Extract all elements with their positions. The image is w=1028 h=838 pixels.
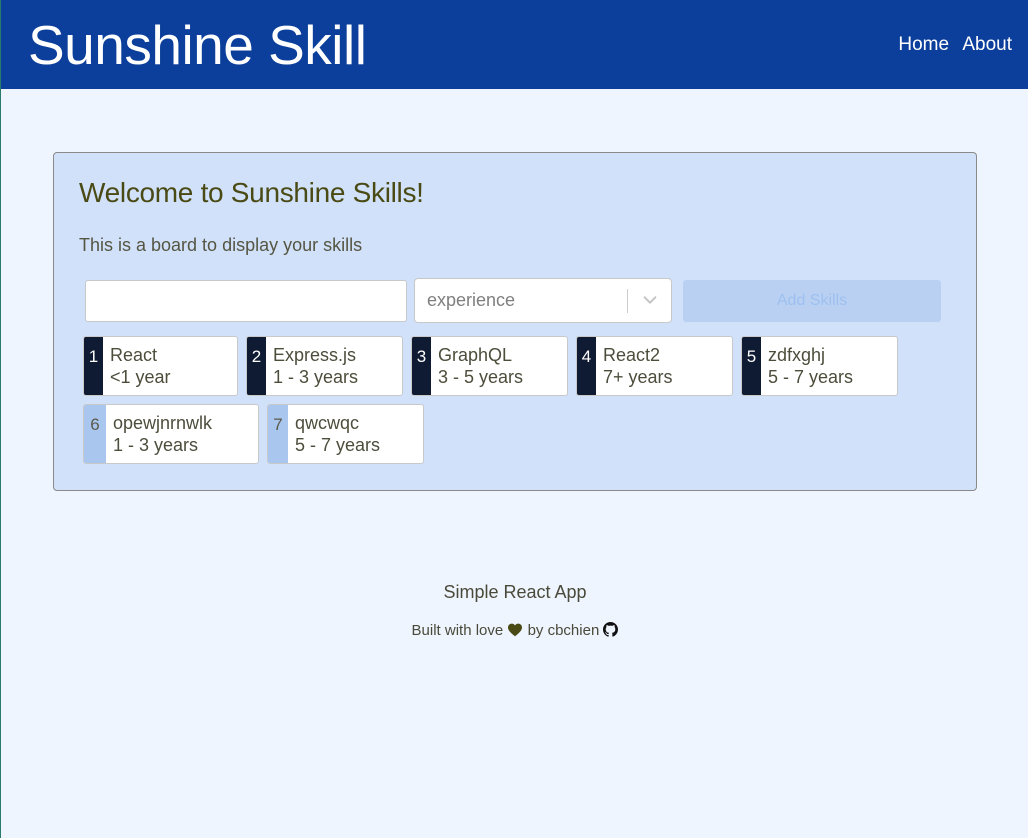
heart-icon — [508, 623, 523, 637]
add-skills-button[interactable]: Add Skills — [683, 280, 941, 322]
skill-rank: 4 — [577, 337, 596, 395]
skill-card[interactable]: 4 React2 7+ years — [576, 336, 733, 396]
skill-rank: 7 — [268, 405, 288, 463]
skill-experience: 5 - 7 years — [295, 435, 381, 455]
skill-card[interactable]: 3 GraphQL 3 - 5 years — [411, 336, 568, 396]
skill-experience: 5 - 7 years — [768, 367, 854, 387]
skill-name: React — [110, 345, 158, 365]
skill-experience: 7+ years — [603, 367, 673, 387]
skill-card[interactable]: 1 React <1 year — [83, 336, 238, 396]
brand-title[interactable]: Sunshine Skill — [28, 10, 367, 80]
skill-rank: 1 — [84, 337, 103, 395]
nav-home-link[interactable]: Home — [898, 34, 949, 55]
page-title: Welcome to Sunshine Skills! — [79, 177, 424, 208]
skill-card[interactable]: 6 opewjnrnwlk 1 - 3 years — [83, 404, 259, 464]
skill-name: zdfxghj — [768, 345, 826, 365]
skill-rank: 6 — [84, 405, 106, 463]
nav-about-link[interactable]: About — [962, 34, 1012, 55]
skill-name: React2 — [603, 345, 661, 365]
footer-title: Simple React App — [443, 582, 587, 602]
skill-rank: 3 — [412, 337, 431, 395]
skill-name-input[interactable] — [85, 280, 407, 322]
footer-credits: Built with love by cbchien — [1, 622, 1028, 639]
author-link[interactable]: cbchien — [548, 622, 600, 639]
github-icon[interactable] — [603, 622, 619, 637]
skill-name: qwcwqc — [295, 413, 360, 433]
select-separator — [627, 289, 628, 313]
chevron-down-icon[interactable] — [641, 291, 659, 309]
nav-links: Home About — [890, 34, 1012, 56]
skills-board: Welcome to Sunshine Skills! This is a bo… — [53, 152, 977, 491]
skill-name: GraphQL — [438, 345, 513, 365]
skill-name: Express.js — [273, 345, 357, 365]
navbar: Sunshine Skill Home About — [1, 0, 1028, 89]
skill-rank: 2 — [247, 337, 266, 395]
by-text: by — [527, 622, 544, 639]
built-with-text: Built with love — [411, 622, 504, 639]
skill-rank: 5 — [742, 337, 761, 395]
skill-experience: 3 - 5 years — [438, 367, 524, 387]
skill-card[interactable]: 5 zdfxghj 5 - 7 years — [741, 336, 898, 396]
skill-card[interactable]: 7 qwcwqc 5 - 7 years — [267, 404, 424, 464]
skill-experience: <1 year — [110, 367, 171, 387]
experience-select[interactable]: experience — [414, 278, 672, 323]
skill-experience: 1 - 3 years — [113, 435, 199, 455]
skill-experience: 1 - 3 years — [273, 367, 359, 387]
experience-select-placeholder: experience — [427, 290, 516, 310]
skill-card[interactable]: 2 Express.js 1 - 3 years — [246, 336, 403, 396]
page-subtitle: This is a board to display your skills — [79, 235, 363, 255]
skill-name: opewjnrnwlk — [113, 413, 213, 433]
